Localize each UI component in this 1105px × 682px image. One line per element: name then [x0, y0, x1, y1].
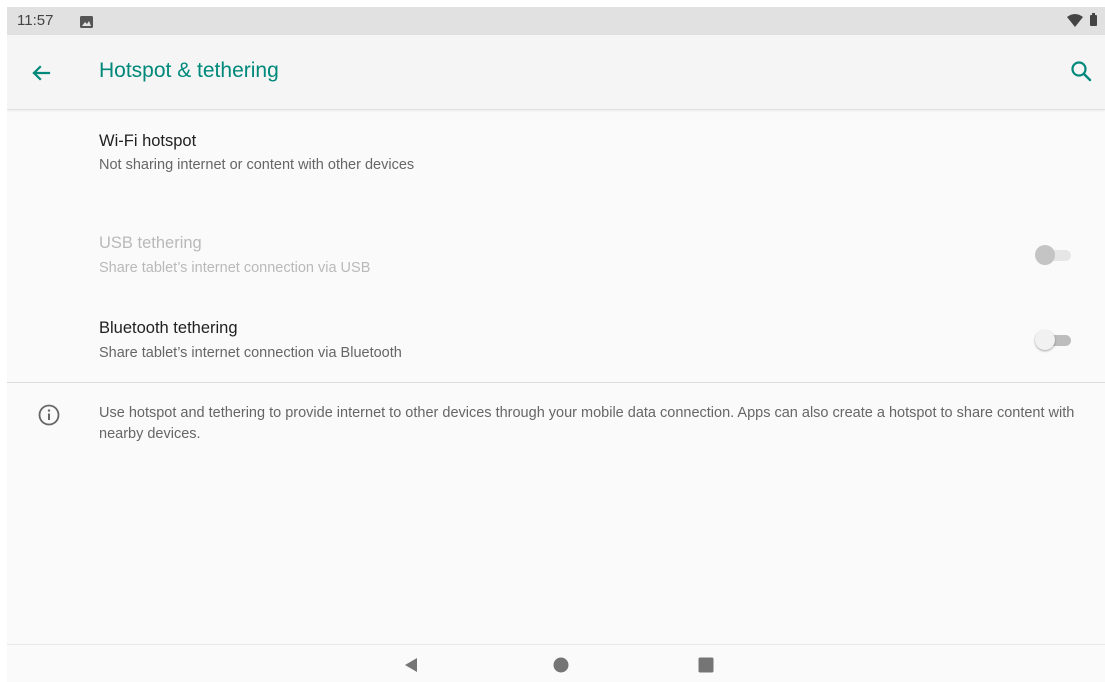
- bluetooth-tethering-summary: Share tablet’s internet connection via B…: [99, 345, 402, 361]
- wifi-icon: [1067, 14, 1083, 32]
- image-icon: [80, 15, 93, 33]
- navigation-bar: [7, 644, 1105, 682]
- bluetooth-tethering-switch[interactable]: [1035, 329, 1075, 351]
- bluetooth-tethering-item[interactable]: Bluetooth tethering Share tablet’s inter…: [7, 301, 1105, 381]
- wifi-hotspot-title: Wi-Fi hotspot: [99, 132, 197, 150]
- search-button[interactable]: [1067, 57, 1095, 85]
- usb-tethering-item: USB tethering Share tablet’s internet co…: [7, 217, 1105, 301]
- battery-icon: [1090, 13, 1097, 31]
- screen: 11:57 Hotspot & tethering Wi-Fi hotspot …: [7, 7, 1105, 682]
- divider: [7, 382, 1105, 383]
- usb-tethering-summary: Share tablet’s internet connection via U…: [99, 260, 371, 276]
- search-icon: [1071, 61, 1092, 82]
- app-bar: Hotspot & tethering: [7, 35, 1105, 110]
- status-bar: 11:57: [7, 7, 1105, 35]
- info-icon: [37, 403, 61, 427]
- nav-home-icon: [553, 657, 569, 673]
- back-arrow-icon: [32, 65, 51, 81]
- nav-recents-icon: [698, 657, 714, 673]
- usb-tethering-switch: [1035, 244, 1075, 266]
- usb-tethering-title: USB tethering: [99, 234, 202, 252]
- nav-back-button[interactable]: [402, 656, 420, 679]
- status-time: 11:57: [17, 12, 54, 29]
- page-title: Hotspot & tethering: [99, 59, 279, 82]
- wifi-hotspot-item[interactable]: Wi-Fi hotspot Not sharing internet or co…: [7, 109, 1105, 199]
- nav-recents-button[interactable]: [698, 657, 714, 678]
- footer-info-text: Use hotspot and tethering to provide int…: [99, 405, 1075, 442]
- wifi-hotspot-summary: Not sharing internet or content with oth…: [99, 157, 415, 173]
- nav-back-icon: [405, 658, 417, 672]
- bluetooth-tethering-title: Bluetooth tethering: [99, 319, 238, 337]
- nav-home-button[interactable]: [553, 657, 569, 678]
- back-button[interactable]: [27, 59, 55, 87]
